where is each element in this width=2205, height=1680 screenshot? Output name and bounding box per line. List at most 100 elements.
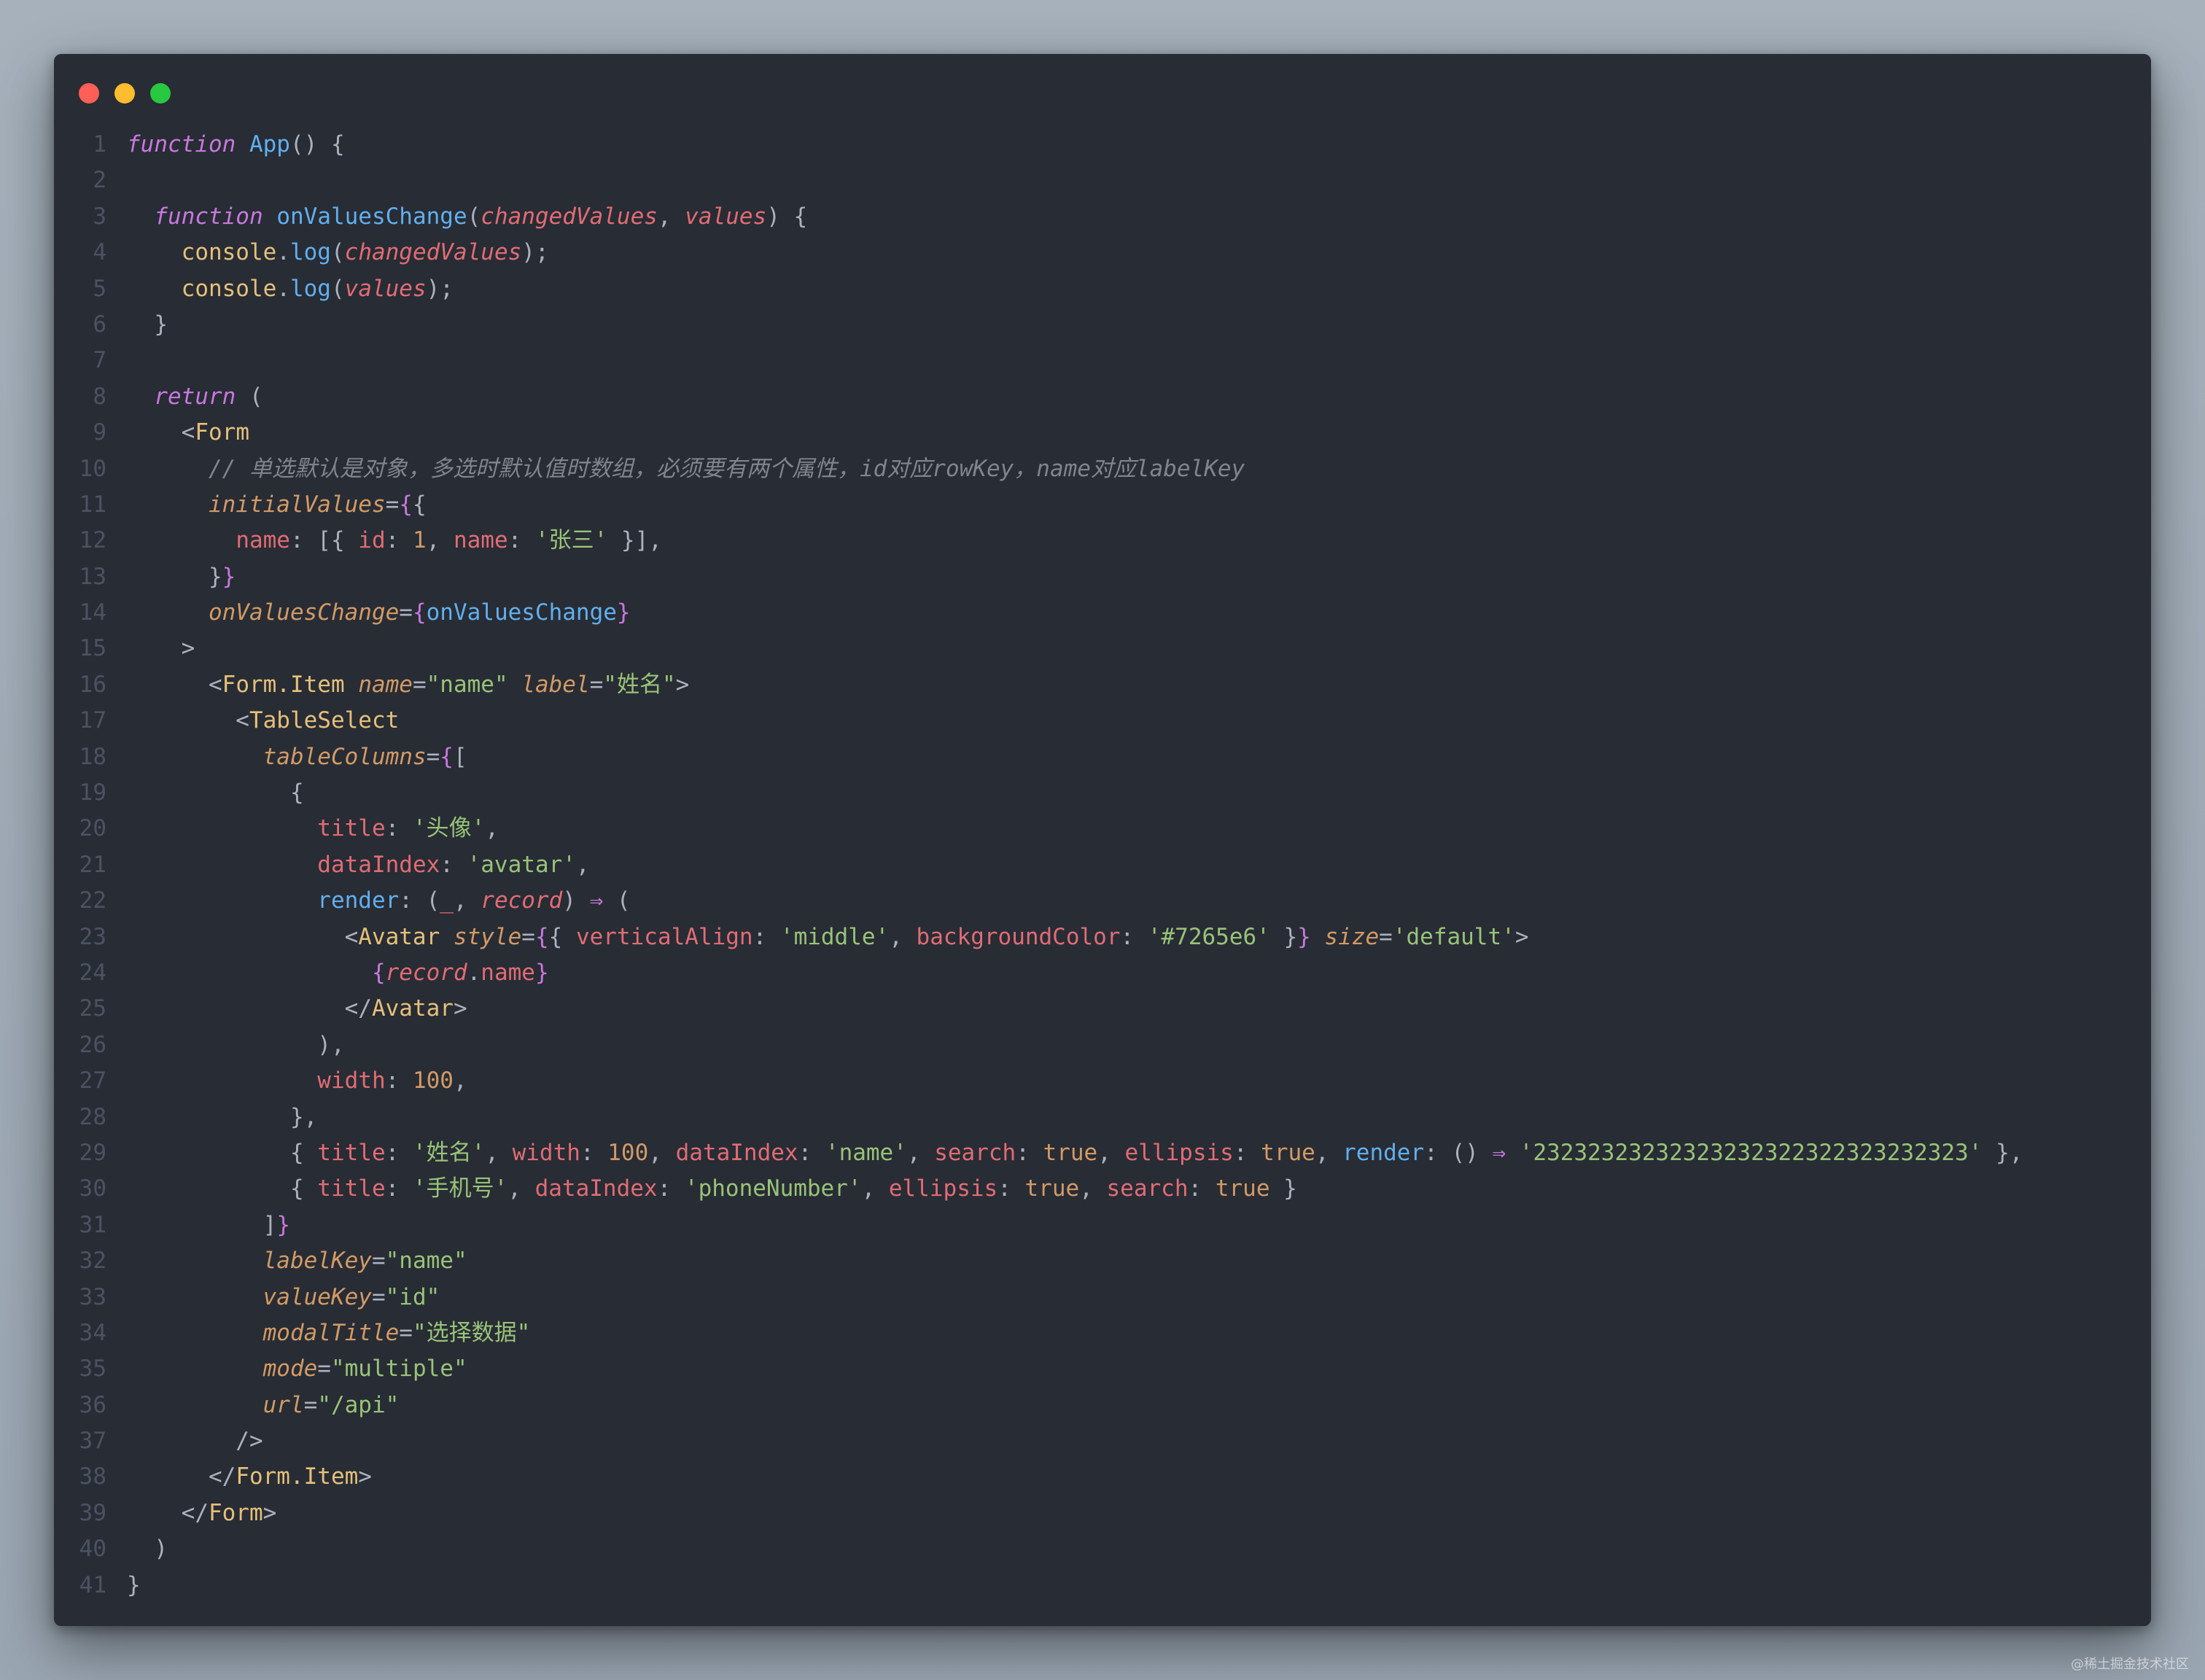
code-token: valueKey [262,1283,372,1310]
code-token: 'avatar' [467,851,576,878]
code-token: Form.Item [236,1463,359,1490]
code-token: 'middle' [779,923,890,950]
code-token: : [580,1139,608,1166]
code-line: 26 ), [54,1027,2151,1063]
code-token: > [127,635,195,662]
code-line: 22 render: (_, record) ⇒ ( [54,883,2151,919]
code-token: log [289,239,331,266]
code-text: dataIndex: 'avatar', [106,847,590,883]
maximize-button[interactable] [150,83,171,104]
code-token: function [154,203,263,230]
code-token: : [1233,1139,1261,1166]
code-text: </Form> [106,1496,277,1531]
code-token: Form.Item [222,671,345,698]
code-token: = [303,1391,318,1418]
code-text: > [106,631,195,666]
code-token: = [371,1283,386,1310]
code-token: TableSelect [249,707,400,734]
code-token: '23232323232323232322322323232323' [1519,1139,1983,1166]
line-number: 30 [79,1175,106,1202]
code-token: ( [236,383,263,410]
code-token: ⇒ [589,887,604,914]
code-token: console [181,275,277,302]
code-token: }, [127,1103,318,1130]
code-token: dataIndex [317,851,440,878]
code-token: : [1016,1139,1043,1166]
code-token: tableColumns [262,743,427,770]
code-token: render [317,887,400,914]
code-token: { [127,1139,318,1166]
code-line: 16 <Form.Item name="name" label="姓名"> [54,667,2151,703]
code-token: url [262,1391,304,1418]
code-token: } [1297,923,1311,950]
close-button[interactable] [79,83,99,104]
code-token: = [412,671,427,698]
code-line: 27 width: 100, [54,1063,2151,1099]
code-token: } [276,1211,290,1238]
code-token: : [385,815,413,842]
code-token: "姓名" [603,671,676,698]
code-token: } [1269,1175,1297,1202]
code-token: , [906,1139,935,1166]
code-text: ]} [106,1208,290,1243]
line-number: 22 [79,887,106,914]
code-token: modalTitle [262,1319,400,1346]
code-token: backgroundColor [916,923,1121,950]
line-number: 1 [93,131,106,158]
code-token: { [534,923,549,950]
line-number: 9 [93,419,106,446]
code-token: . [276,275,290,302]
code-token: = [589,671,604,698]
code-token: . [467,959,481,986]
line-number: 2 [93,167,106,194]
code-line: 29 { title: '姓名', width: 100, dataIndex:… [54,1135,2151,1171]
code-token: "/api" [317,1391,400,1418]
minimize-button[interactable] [114,83,135,104]
code-token: , [1079,1175,1107,1202]
code-token: values [344,275,427,302]
code-token: , [1315,1139,1343,1166]
code-token: < [127,923,359,950]
code-token: < [127,707,249,734]
code-token: , [575,851,590,878]
code-text: <Avatar style={{ verticalAlign: 'middle'… [106,919,1529,955]
code-token: ); [521,239,549,266]
code-text: ), [106,1027,344,1063]
code-token: true [1024,1175,1080,1202]
code-token: , [508,1175,535,1202]
code-token: : [998,1175,1025,1202]
code-token: ( [467,203,481,230]
code-token: = [385,491,400,518]
code-token: } [127,1571,141,1598]
code-token: dataIndex [675,1139,798,1166]
code-token: changedValues [344,239,522,266]
code-token: search [1106,1175,1189,1202]
line-number: 13 [79,563,106,590]
code-token: , [889,923,917,950]
code-token: , [453,887,481,914]
code-token: ) [562,887,590,914]
line-number: 20 [79,815,106,842]
code-line: 18 tableColumns={[ [54,739,2151,775]
code-token: initialValues [208,491,386,518]
code-token: '手机号' [412,1175,508,1202]
code-token: { [127,1175,318,1202]
code-token: '#7265e6' [1147,923,1270,950]
code-token: > [1514,923,1529,950]
code-text: { title: '手机号', dataIndex: 'phoneNumber'… [106,1171,1297,1207]
code-token: id [358,527,386,554]
line-number: 19 [79,779,106,806]
code-token: }], [607,527,662,554]
code-line: 36 url="/api" [54,1388,2151,1423]
code-token: name [236,527,290,554]
code-token: Form [195,419,249,446]
code-token: "id" [385,1283,440,1310]
code-line: 31 ]} [54,1208,2151,1243]
